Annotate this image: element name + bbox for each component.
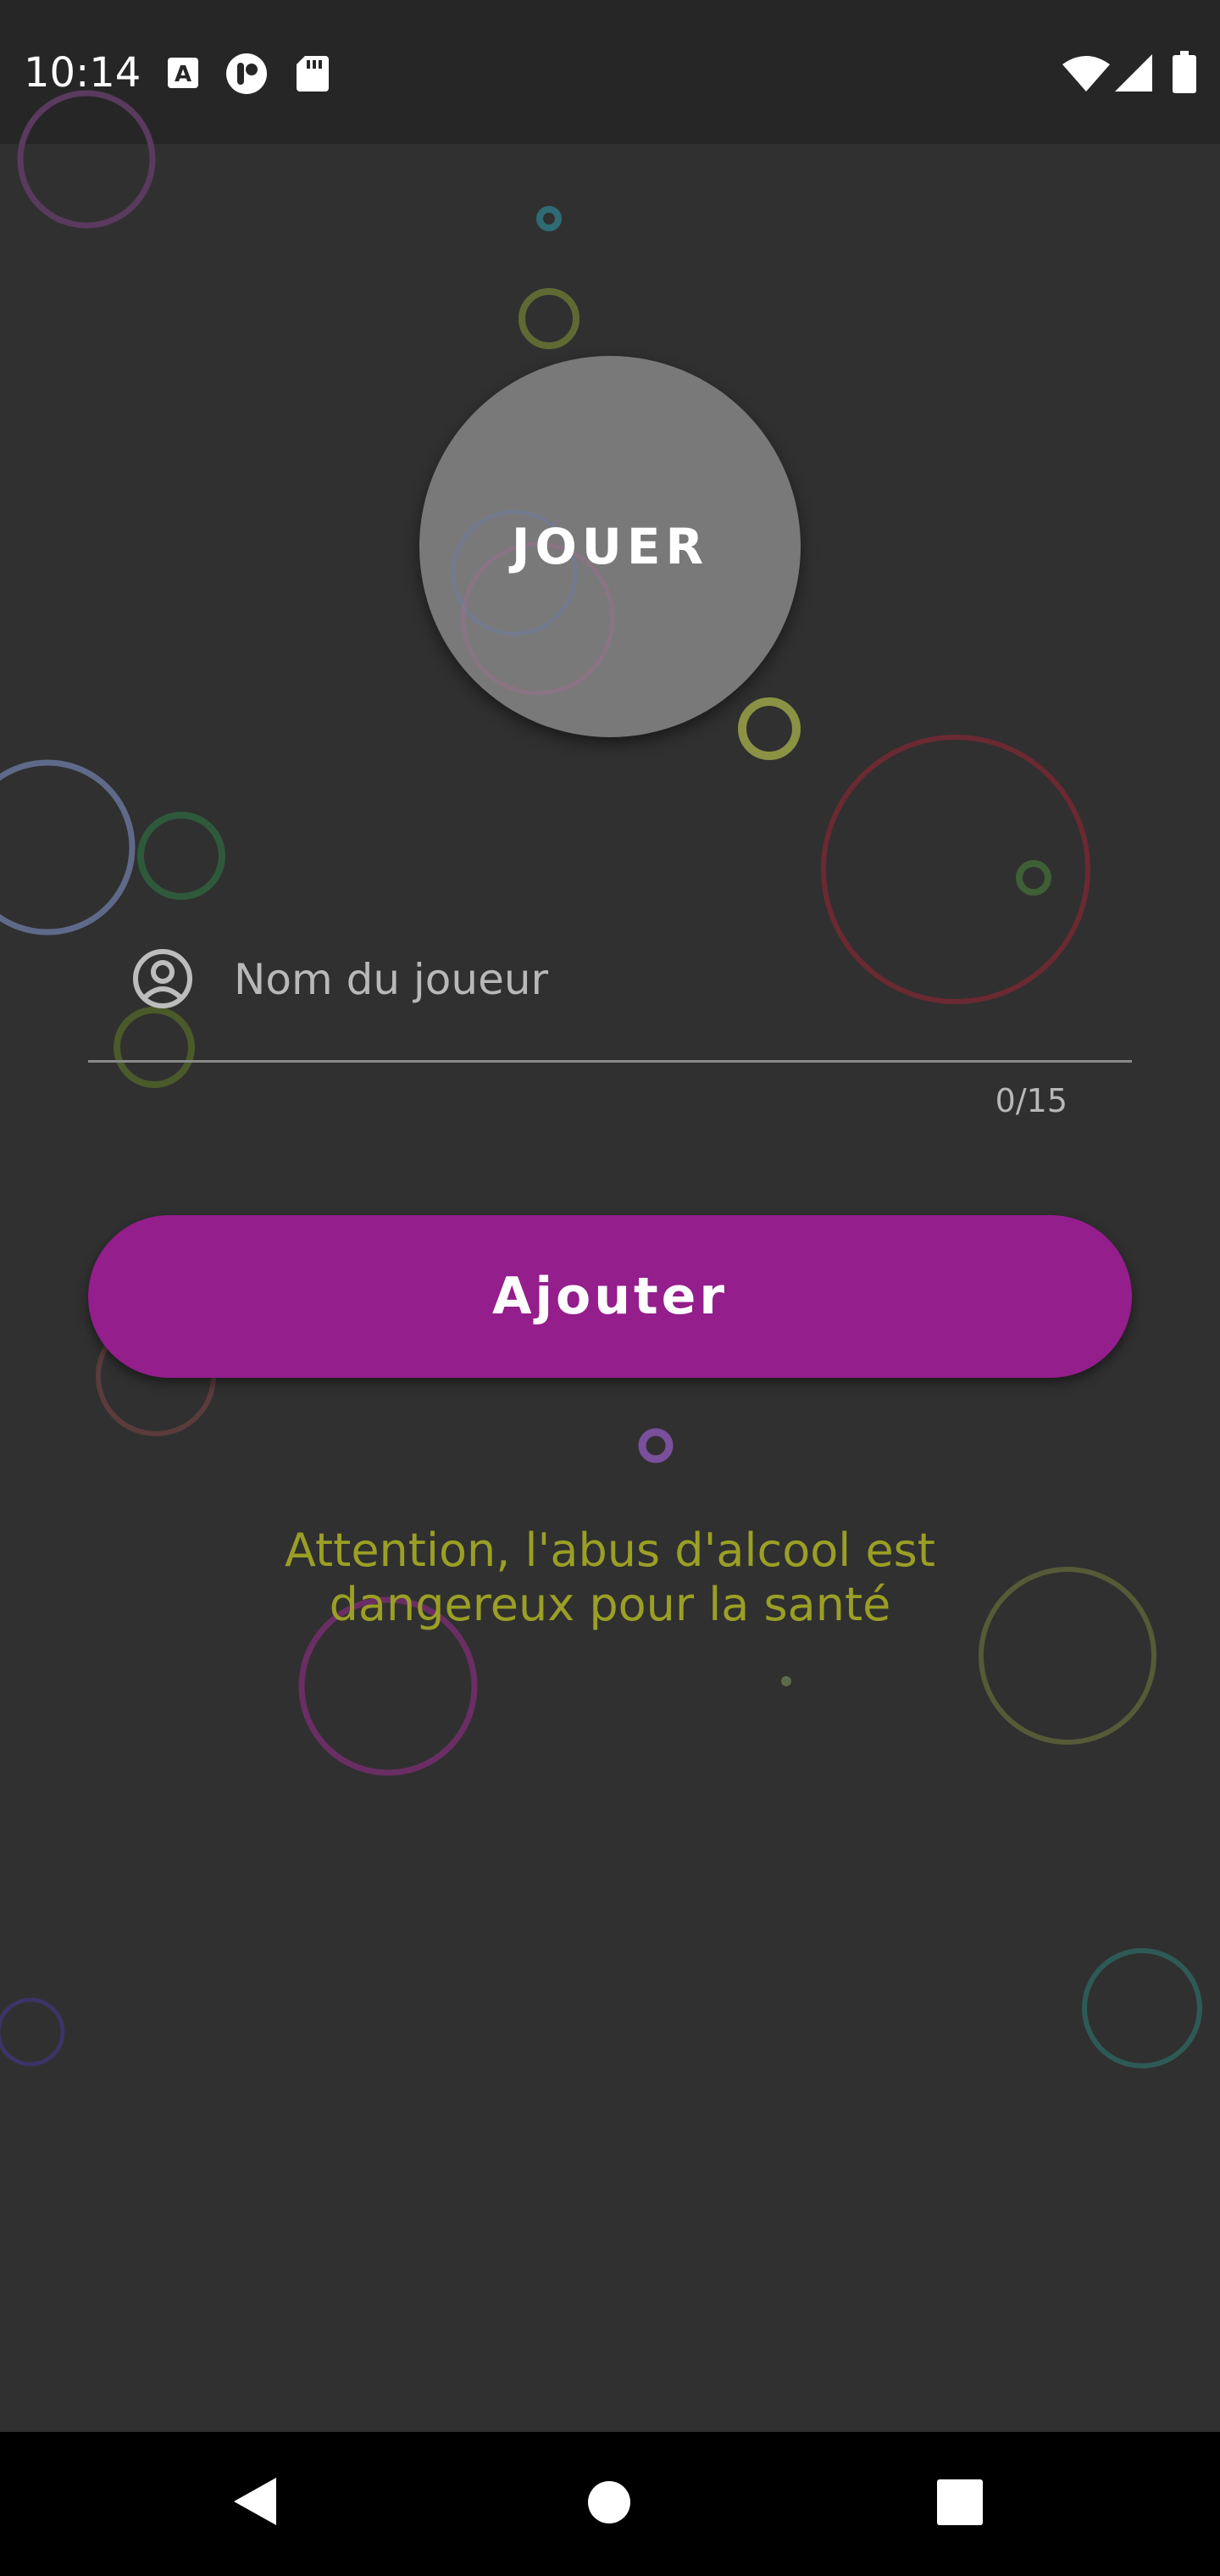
player-name-input[interactable]	[232, 936, 1108, 1023]
play-button[interactable]: JOUER	[419, 356, 801, 737]
player-name-field[interactable]	[88, 919, 1132, 1063]
back-icon[interactable]	[230, 2476, 278, 2530]
sd-card-icon	[297, 56, 329, 95]
wifi-icon	[1062, 54, 1110, 95]
battery-icon	[1173, 51, 1196, 97]
play-label: JOUER	[511, 518, 709, 575]
cellular-signal-icon	[1115, 54, 1152, 95]
character-counter: 0/15	[995, 1082, 1068, 1119]
input-underline	[88, 1060, 1132, 1063]
app-notification-icon	[225, 53, 268, 98]
navigation-bar	[0, 2432, 1220, 2576]
status-bar: 10:14 A	[0, 0, 1220, 144]
svg-text:A: A	[175, 62, 191, 87]
alcohol-warning-text: Attention, l'abus d'alcool est dangereux…	[285, 1524, 935, 1631]
status-time: 10:14	[24, 49, 141, 97]
home-icon[interactable]	[586, 2479, 632, 2529]
text-recognition-icon: A	[166, 56, 200, 93]
account-circle-icon	[129, 945, 197, 1013]
recents-icon[interactable]	[937, 2479, 983, 2529]
add-player-button[interactable]: Ajouter	[88, 1215, 1132, 1378]
add-label: Ajouter	[492, 1267, 728, 1326]
